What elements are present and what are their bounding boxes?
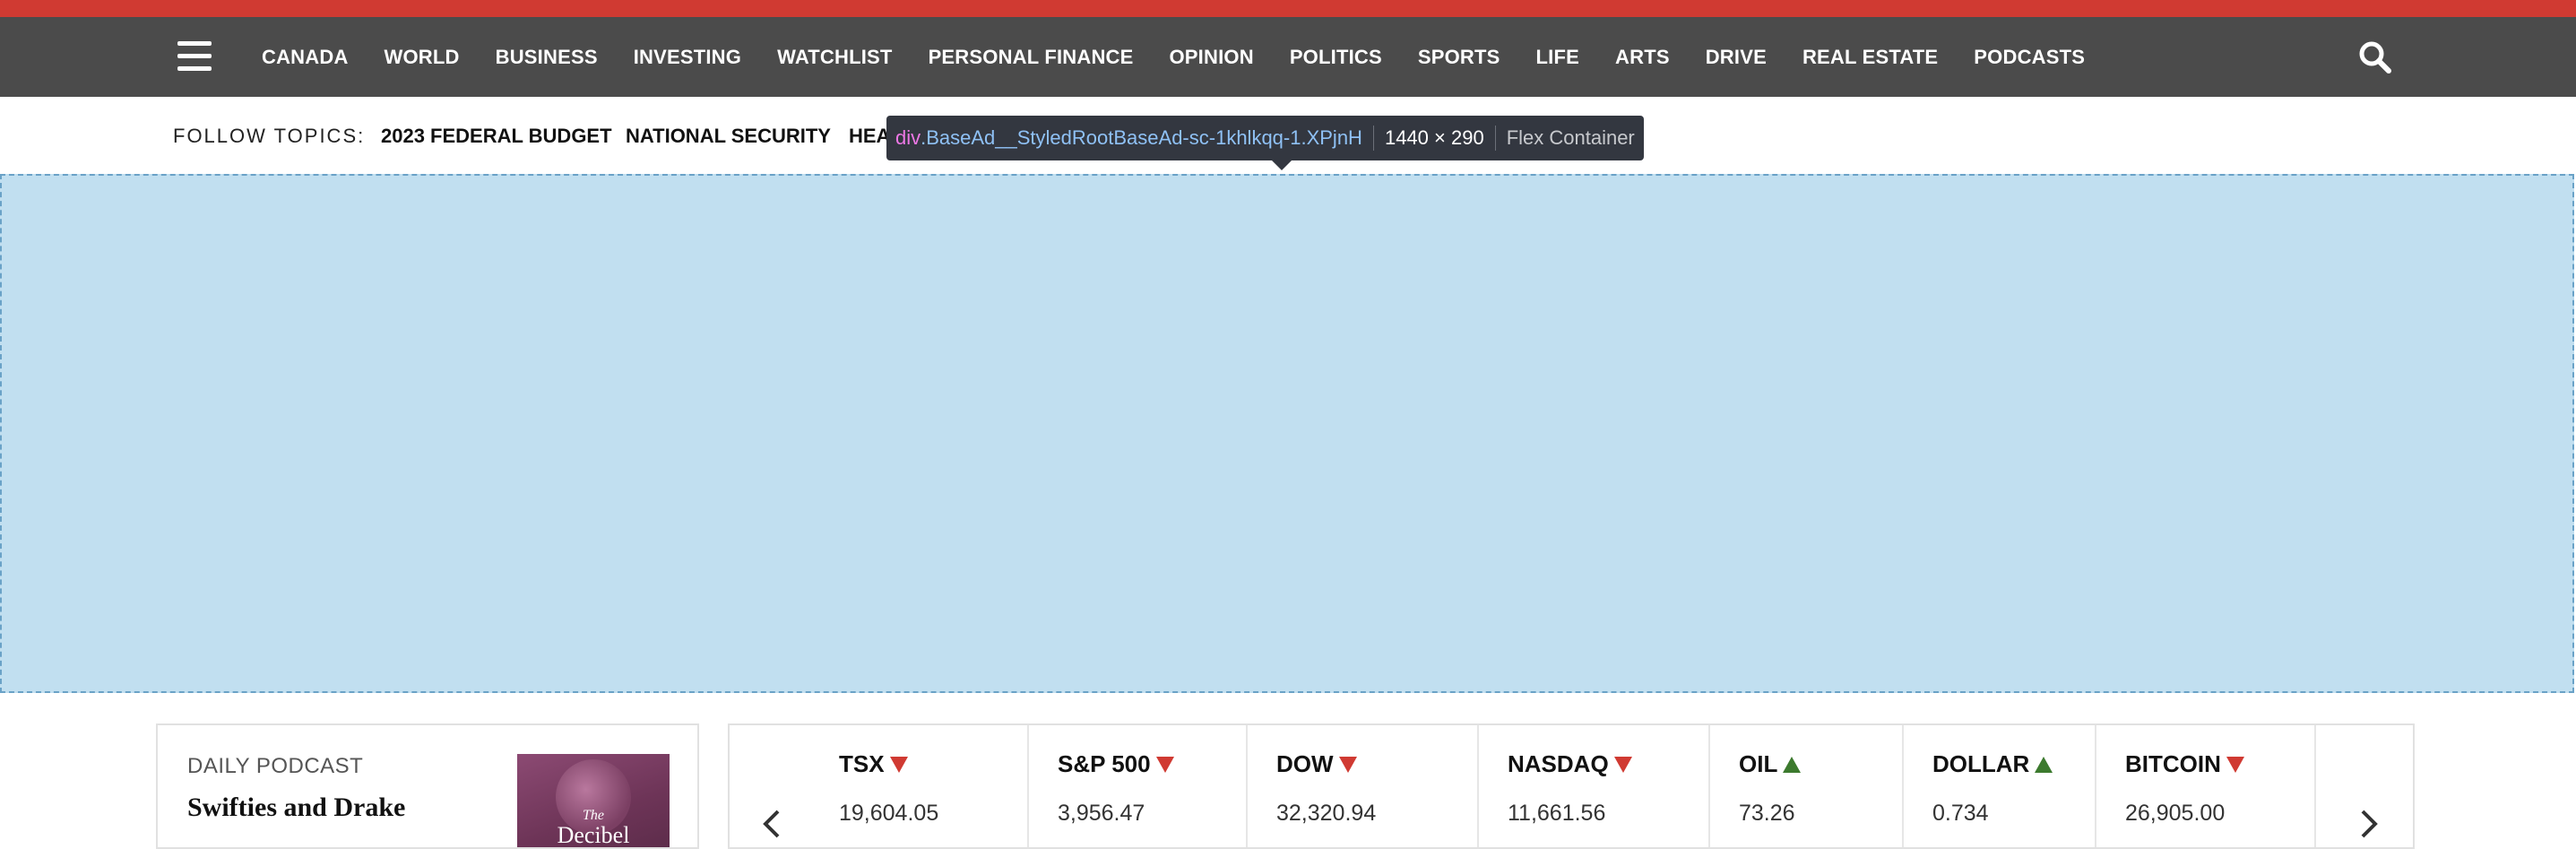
ticker-item[interactable]: NASDAQ 11,661.56 <box>1508 725 1705 847</box>
nav-item-drive[interactable]: DRIVE <box>1706 46 1767 69</box>
follow-topics-label: FOLLOW TOPICS: <box>173 125 366 147</box>
ticker-name: OIL <box>1739 750 1802 778</box>
ticker-value: 19,604.05 <box>839 801 939 826</box>
ticker-divider <box>1902 725 1904 847</box>
brand-top-bar <box>0 0 2576 17</box>
ticker-value: 26,905.00 <box>2125 801 2226 826</box>
podcast-label: DAILY PODCAST <box>187 754 364 778</box>
ticker-divider <box>2095 725 2096 847</box>
ticker-name: DOLLAR <box>1932 750 2053 778</box>
ticker-name: DOW <box>1276 750 1357 778</box>
ticker-divider <box>2314 725 2316 847</box>
ticker-divider <box>1027 725 1029 847</box>
nav-section-list: CANADA WORLD BUSINESS INVESTING WATCHLIS… <box>262 17 2121 97</box>
nav-item-personal-finance[interactable]: PERSONAL FINANCE <box>929 46 1134 69</box>
nav-item-canada[interactable]: CANADA <box>262 46 349 69</box>
nav-item-life[interactable]: LIFE <box>1536 46 1579 69</box>
ticker-divider <box>1708 725 1710 847</box>
up-arrow-icon <box>2035 756 2053 773</box>
nav-item-watchlist[interactable]: WATCHLIST <box>777 46 892 69</box>
topic-link-national-security[interactable]: NATIONAL SECURITY <box>626 125 831 148</box>
daily-podcast-card[interactable]: DAILY PODCAST Swifties and Drake The Dec… <box>156 723 699 849</box>
nav-item-politics[interactable]: POLITICS <box>1290 46 1382 69</box>
down-arrow-icon <box>1613 756 1632 773</box>
down-arrow-icon <box>889 756 908 773</box>
cover-art-title: Decibel <box>557 822 630 848</box>
tooltip-tag-name: div <box>895 126 921 149</box>
ticker-divider <box>1477 725 1479 847</box>
podcast-cover-art[interactable]: The Decibel <box>517 754 670 848</box>
ticker-divider <box>1246 725 1248 847</box>
nav-item-arts[interactable]: ARTS <box>1615 46 1670 69</box>
up-arrow-icon <box>1783 756 1802 773</box>
topic-link-truncated[interactable]: HEA <box>849 125 889 148</box>
ticker-name: BITCOIN <box>2125 750 2244 778</box>
down-arrow-icon <box>1155 756 1174 773</box>
ad-slot-highlight <box>0 174 2574 693</box>
ticker-item[interactable]: S&P 500 3,956.47 <box>1058 725 1237 847</box>
ticker-item[interactable]: OIL 73.26 <box>1739 725 1900 847</box>
ticker-value: 11,661.56 <box>1508 801 1606 826</box>
tooltip-layout-kind: Flex Container <box>1506 126 1635 149</box>
devtools-element-tooltip: div .BaseAd__StyledRootBaseAd-sc-1khlkqq-… <box>886 116 1644 170</box>
nav-item-real-estate[interactable]: REAL ESTATE <box>1802 46 1938 69</box>
nav-item-podcasts[interactable]: PODCASTS <box>1974 46 2085 69</box>
nav-item-world[interactable]: WORLD <box>385 46 460 69</box>
menu-icon[interactable] <box>177 41 212 72</box>
ticker-item[interactable]: TSX 19,604.05 <box>839 725 1016 847</box>
ticker-item[interactable]: DOLLAR 0.734 <box>1932 725 2103 847</box>
tooltip-dimensions: 1440 × 290 <box>1384 126 1484 149</box>
chevron-left-icon[interactable] <box>753 806 789 842</box>
search-icon[interactable] <box>2357 39 2393 75</box>
ticker-name: NASDAQ <box>1508 750 1632 778</box>
ticker-value: 0.734 <box>1932 801 1989 826</box>
ticker-value: 73.26 <box>1739 801 1795 826</box>
ticker-item[interactable]: BITCOIN 26,905.00 <box>2125 725 2304 847</box>
tooltip-divider <box>1372 126 1374 151</box>
ticker-name: TSX <box>839 750 908 778</box>
topic-link-federal-budget[interactable]: 2023 FEDERAL BUDGET <box>381 125 612 148</box>
ticker-name: S&P 500 <box>1058 750 1174 778</box>
chevron-right-icon[interactable] <box>2352 806 2388 842</box>
down-arrow-icon <box>1338 756 1357 773</box>
ticker-value: 3,956.47 <box>1058 801 1145 826</box>
nav-item-opinion[interactable]: OPINION <box>1170 46 1254 69</box>
nav-item-sports[interactable]: SPORTS <box>1418 46 1500 69</box>
ticker-item[interactable]: DOW 32,320.94 <box>1276 725 1474 847</box>
market-ticker: TSX 19,604.05 S&P 500 3,956.47 DOW 32,32… <box>728 723 2415 849</box>
tooltip-class-name: .BaseAd__StyledRootBaseAd-sc-1khlkqq-1.X… <box>921 126 1362 149</box>
nav-item-investing[interactable]: INVESTING <box>634 46 741 69</box>
podcast-episode-title[interactable]: Swifties and Drake <box>187 793 405 823</box>
nav-item-business[interactable]: BUSINESS <box>496 46 598 69</box>
tooltip-divider <box>1494 126 1496 151</box>
ticker-value: 32,320.94 <box>1276 801 1377 826</box>
main-nav: CANADA WORLD BUSINESS INVESTING WATCHLIS… <box>0 17 2576 97</box>
down-arrow-icon <box>2226 756 2244 773</box>
